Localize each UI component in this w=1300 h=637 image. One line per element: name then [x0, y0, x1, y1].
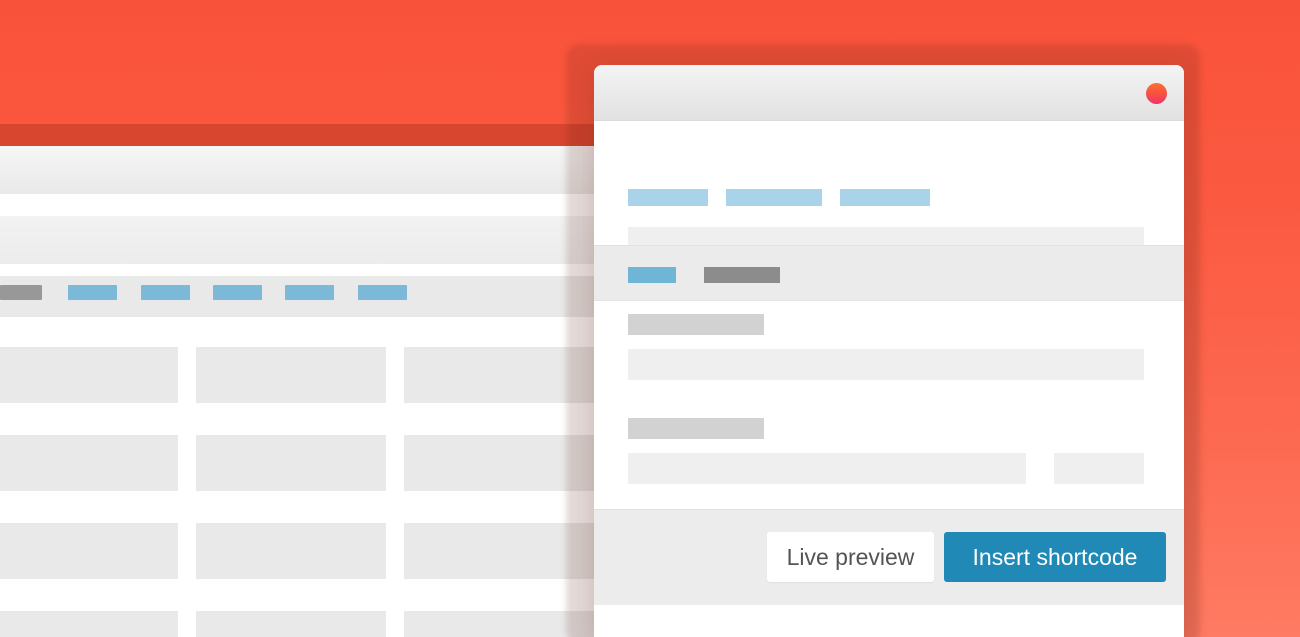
modal-tab-2[interactable] — [840, 189, 930, 206]
modal-tab-0[interactable] — [628, 189, 708, 206]
screenshot-stage: Live preview Insert shortcode — [0, 0, 1300, 637]
admin-notice-band — [0, 216, 600, 264]
table-cell — [196, 347, 386, 403]
table-cell — [0, 523, 178, 579]
live-preview-button[interactable]: Live preview — [767, 532, 934, 582]
nav-tab-2[interactable] — [141, 285, 190, 300]
admin-spacer-band-2 — [0, 264, 600, 276]
subtab-idle[interactable] — [704, 267, 780, 283]
background-admin-page — [0, 0, 600, 637]
close-icon[interactable] — [1146, 83, 1167, 104]
form-row-2-input-1[interactable] — [1054, 453, 1144, 484]
nav-tab-4[interactable] — [285, 285, 334, 300]
form-row-1-input-0[interactable] — [628, 349, 1144, 380]
nav-tab-5[interactable] — [358, 285, 407, 300]
modal-subtab-strip — [594, 245, 1184, 301]
table-cell — [0, 347, 178, 403]
nav-tab-3[interactable] — [213, 285, 262, 300]
table-cell — [196, 435, 386, 491]
modal-tab-1[interactable] — [726, 189, 822, 206]
subtab-active[interactable] — [628, 267, 676, 283]
insert-shortcode-button[interactable]: Insert shortcode — [944, 532, 1166, 582]
table-cell — [196, 611, 386, 637]
admin-spacer-band-1 — [0, 194, 600, 216]
table-cell — [0, 435, 178, 491]
form-row-1-label — [628, 314, 764, 335]
table-cell — [0, 611, 178, 637]
admin-bar — [0, 124, 600, 146]
table-cell — [196, 523, 386, 579]
form-row-2-label — [628, 418, 764, 439]
form-row-2-input-0[interactable] — [628, 453, 1026, 484]
shortcode-generator-modal: Live preview Insert shortcode — [594, 65, 1184, 637]
nav-tab-1[interactable] — [68, 285, 117, 300]
modal-form-body — [594, 301, 1184, 509]
nav-tab-0[interactable] — [0, 285, 42, 300]
modal-top-section — [594, 121, 1184, 263]
modal-footer: Live preview Insert shortcode — [594, 509, 1184, 605]
admin-toolbar-band — [0, 146, 600, 194]
modal-titlebar — [594, 65, 1184, 121]
